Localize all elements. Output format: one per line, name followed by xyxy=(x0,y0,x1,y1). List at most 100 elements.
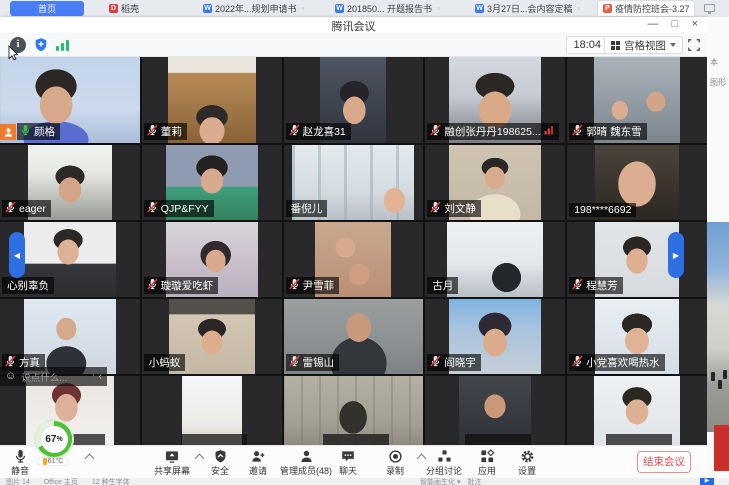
participant-tile[interactable]: 郭晴 魏东雪 xyxy=(567,57,707,143)
participant-tile[interactable]: 番倪儿 xyxy=(284,145,424,220)
participant-name-label: 璇璇爱吃虾 xyxy=(144,277,219,294)
participant-name: 古月 xyxy=(432,278,453,293)
participant-name-label: 赵龙喜31 xyxy=(286,123,351,140)
participant-name-label: QJP&FYY xyxy=(144,200,214,217)
battery-monitor-widget: 67% 61°C xyxy=(36,421,76,473)
participant-name: 番倪儿 xyxy=(291,201,323,216)
participant-tile[interactable]: 小蚂蚁 xyxy=(142,299,282,374)
mic-muted-icon xyxy=(5,201,16,216)
participant-tile[interactable]: 古月 xyxy=(425,222,565,297)
browser-tab-strip: 首页 D稻壳 W2022年...规划申请书▫ W201850... 开题报告书▫… xyxy=(0,0,729,17)
tab-doc-2022[interactable]: W2022年...规划申请书▫ xyxy=(198,1,316,16)
word-doc-icon: W xyxy=(475,4,484,13)
participant-tile[interactable]: eager xyxy=(0,145,140,220)
participant-name: 心别辜负 xyxy=(7,278,49,293)
tab-close-icon[interactable]: ▫ xyxy=(437,4,440,13)
participant-video xyxy=(594,376,680,445)
mic-muted-icon xyxy=(572,278,583,293)
tab-docer[interactable]: D稻壳 xyxy=(104,1,192,16)
background-taskbar-text: 智能画生化 ▾ 批注 xyxy=(420,478,481,485)
participant-video xyxy=(284,376,424,445)
participant-name: eager xyxy=(19,203,46,215)
docer-icon: D xyxy=(109,4,118,13)
participant-name-label: 颜格 xyxy=(17,123,60,140)
background-text-fragment: 本 xyxy=(710,57,718,68)
participant-tile[interactable]: 小党喜欢喝热水 xyxy=(567,299,707,374)
mic-muted-icon xyxy=(430,124,441,139)
participant-video xyxy=(459,376,531,445)
participant-name: 程慧芳 xyxy=(586,278,618,293)
word-doc-icon: W xyxy=(335,4,344,13)
participant-tile[interactable]: 璇璇爱吃虾 xyxy=(142,222,282,297)
maximize-button[interactable]: □ xyxy=(665,17,685,32)
mic-on-icon xyxy=(20,124,31,139)
participant-name-label: 阎晓宇 xyxy=(427,354,481,371)
participant-tile[interactable]: 阎晓宇 xyxy=(425,299,565,374)
mute-options-chevron[interactable] xyxy=(85,454,95,464)
battery-ring: 67% xyxy=(36,421,72,457)
tab-home[interactable]: 首页 xyxy=(10,1,84,16)
record-button[interactable]: 录制 xyxy=(367,448,423,477)
settings-button[interactable]: 设置 xyxy=(499,448,555,477)
participant-tile[interactable]: 融创张丹丹198625... xyxy=(425,57,565,143)
ppt-doc-icon: P xyxy=(603,4,612,13)
background-text-fragment: 图形 xyxy=(710,77,726,88)
participant-name: 郭晴 魏东雪 xyxy=(586,124,641,139)
participant-tile[interactable]: 颜格 xyxy=(0,57,140,143)
participant-tile[interactable] xyxy=(142,376,282,445)
end-meeting-button[interactable]: 结束会议 xyxy=(637,451,691,473)
participant-tile[interactable]: 程慧芳 xyxy=(567,222,707,297)
minimize-button[interactable]: — xyxy=(643,17,663,32)
mic-muted-icon xyxy=(430,355,441,370)
mic-muted-icon xyxy=(147,124,158,139)
participant-name: 尹雪菲 xyxy=(303,278,335,293)
mic-muted-icon xyxy=(572,124,583,139)
mic-muted-icon xyxy=(572,355,583,370)
participant-name-label: eager xyxy=(2,200,51,217)
tab-close-icon[interactable]: ▫ xyxy=(578,4,581,13)
participant-name: 刘文静 xyxy=(444,201,476,216)
view-selector[interactable]: 宫格视图 xyxy=(604,36,683,54)
participant-name: 颜格 xyxy=(34,124,55,139)
participant-tile[interactable]: QJP&FYY xyxy=(142,145,282,220)
gear-icon xyxy=(499,448,555,464)
participant-tile[interactable]: 雷锡山 xyxy=(284,299,424,374)
participant-video xyxy=(447,222,543,297)
participant-name: 小党喜欢喝热水 xyxy=(586,355,660,370)
chat-quick-bar[interactable]: ☺ 说点什么... ‹ xyxy=(0,367,107,386)
close-button[interactable]: × xyxy=(685,17,705,32)
tab-doc-201850[interactable]: W201850... 开题报告书▫ xyxy=(330,1,448,16)
participant-tile[interactable]: 198****6692 xyxy=(567,145,707,220)
emoji-icon[interactable]: ☺ xyxy=(5,371,16,382)
participant-name: 融创张丹丹198625... xyxy=(444,124,540,139)
tab-ppt-epidemic[interactable]: P疫情防控班会-3.27 xyxy=(598,1,694,16)
background-window-strip: 图片 14 Office 主页 12 种生字体 智能画生化 ▾ 批注 ▶ xyxy=(0,478,729,485)
participant-tile[interactable]: 刘文静 xyxy=(425,145,565,220)
mic-muted-icon xyxy=(147,278,158,293)
participant-tile[interactable] xyxy=(284,376,424,445)
chevron-down-icon xyxy=(670,43,676,47)
tab-close-icon[interactable]: ▫ xyxy=(302,4,305,13)
window-titlebar: 腾讯会议 — □ × xyxy=(0,17,707,33)
participant-name: 璇璇爱吃虾 xyxy=(161,278,214,293)
grid-view-icon xyxy=(611,41,620,50)
monitor-icon[interactable] xyxy=(704,4,715,12)
next-page-arrow[interactable]: ▶ xyxy=(668,232,684,278)
prev-page-arrow[interactable]: ◀ xyxy=(9,232,25,278)
participant-tile[interactable] xyxy=(567,376,707,445)
participant-tile[interactable] xyxy=(425,376,565,445)
meeting-timer: 18:04 xyxy=(566,36,608,54)
word-doc-icon: W xyxy=(203,4,212,13)
participant-tile[interactable]: 赵龙喜31 xyxy=(284,57,424,143)
participant-tile[interactable]: 尹雪菲 xyxy=(284,222,424,297)
network-signal-icon[interactable] xyxy=(56,37,72,53)
window-title: 腾讯会议 xyxy=(0,18,707,34)
collapse-arrow-icon[interactable]: ‹ xyxy=(99,371,102,382)
chat-input-placeholder[interactable]: 说点什么... xyxy=(21,370,87,384)
participant-name-label: 融创张丹丹198625... xyxy=(427,123,558,140)
participant-tile[interactable]: 方真 xyxy=(0,299,140,374)
fullscreen-icon[interactable] xyxy=(687,38,703,54)
security-shield-icon[interactable] xyxy=(33,37,49,53)
tab-doc-0327[interactable]: W3月27日...会内容定稿▫ xyxy=(470,1,596,16)
participant-tile[interactable]: 董莉 xyxy=(142,57,282,143)
